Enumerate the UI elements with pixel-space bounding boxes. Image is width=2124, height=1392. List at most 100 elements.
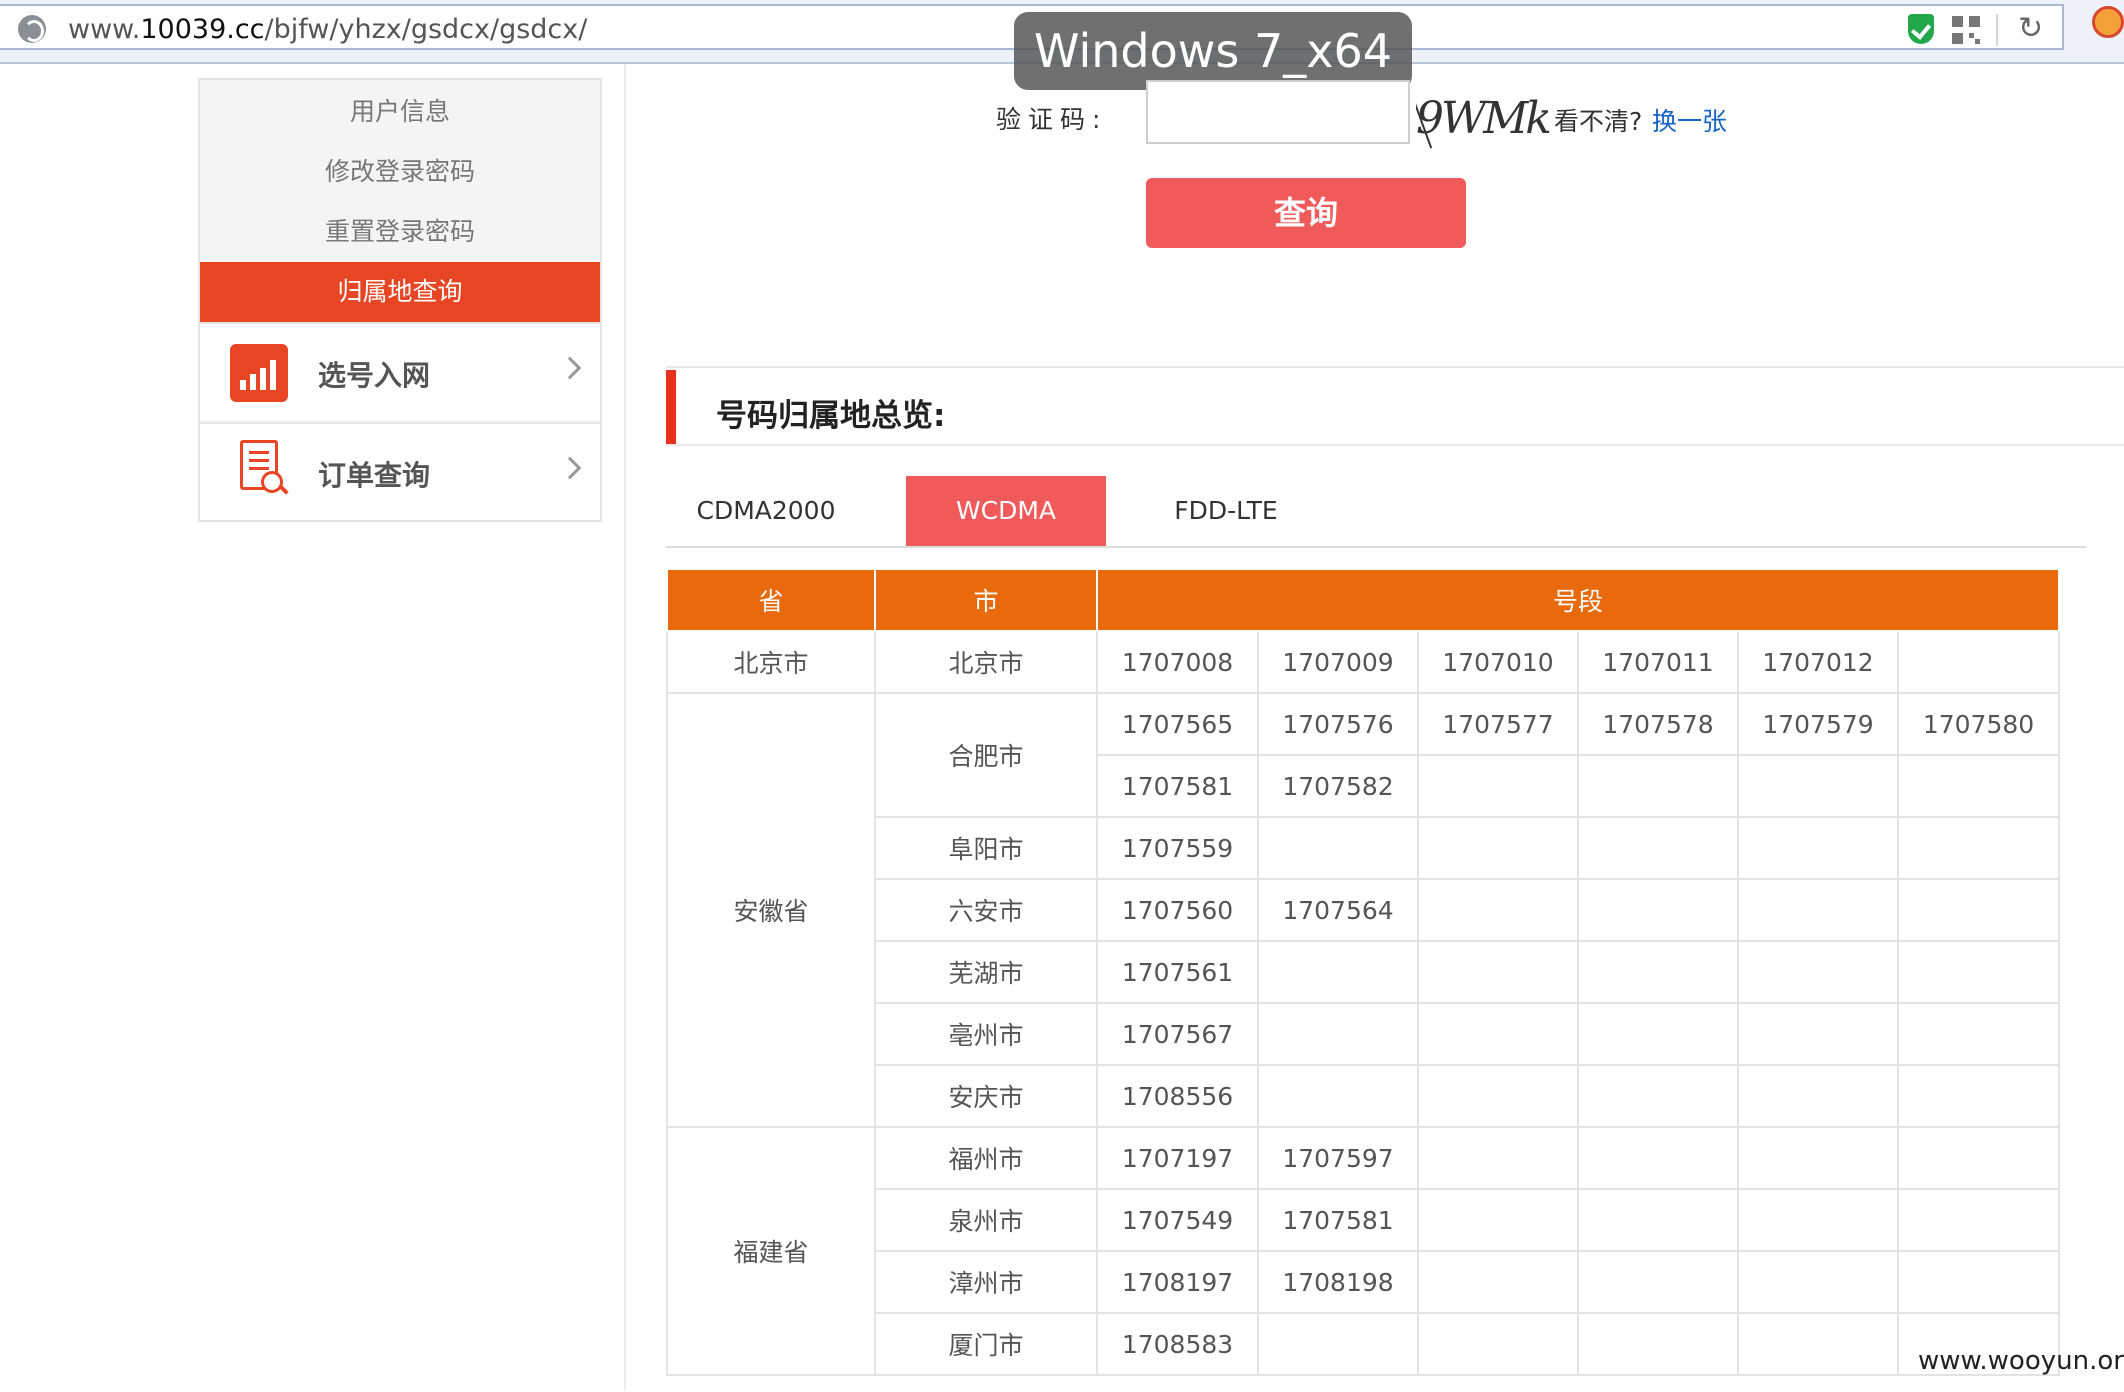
segment-cell — [1417, 1250, 1579, 1314]
city-cell: 安庆市 — [874, 1064, 1098, 1128]
segment-cell — [1577, 940, 1739, 1004]
qr-code-icon[interactable] — [1952, 16, 1980, 44]
city-cell: 福州市 — [874, 1126, 1098, 1190]
sidebar-item-order-query[interactable]: 订单查询 — [200, 422, 600, 520]
segment-cell — [1417, 1312, 1579, 1376]
watermark: www.wooyun.org — [1918, 1346, 2124, 1376]
segment-cell — [1897, 940, 2060, 1004]
segment-cell — [1897, 1064, 2060, 1128]
table-row: 厦门市 1708583 — [667, 1312, 2060, 1376]
segment-cell — [1897, 1188, 2060, 1252]
segment-cell: 1708197 — [1096, 1250, 1259, 1314]
segment-cell — [1737, 1064, 1899, 1128]
captcha-image[interactable]: 9WMk — [1416, 86, 1552, 152]
tab-wcdma[interactable]: WCDMA — [906, 476, 1106, 546]
network-tabs: CDMA2000 WCDMA FDD-LTE — [666, 476, 2086, 548]
table-row: 泉州市 1707549 1707581 — [667, 1188, 2060, 1252]
segment-cell: 1707564 — [1257, 878, 1419, 942]
captcha-label: 验证码: — [996, 105, 1108, 134]
sidebar-item-reset-password[interactable]: 重置登录密码 — [200, 202, 600, 262]
segment-cell — [1417, 1002, 1579, 1066]
sidebar-item-label: 订单查询 — [318, 459, 431, 492]
segment-cell — [1577, 1250, 1739, 1314]
chevron-right-icon — [558, 356, 582, 380]
segment-cell: 1707597 — [1257, 1126, 1419, 1190]
globe-icon — [18, 15, 46, 43]
city-cell: 泉州市 — [874, 1188, 1098, 1252]
sidebar-item-user-info[interactable]: 用户信息 — [200, 82, 600, 142]
segment-cell — [1737, 754, 1899, 818]
document-search-icon — [240, 440, 289, 495]
segment-cell — [1737, 940, 1899, 1004]
segment-cell — [1737, 816, 1899, 880]
segment-cell — [1417, 878, 1579, 942]
segment-table: 省 市 号段 北京市 北京市 1707008 1707009 1707010 170701… — [666, 568, 2060, 1376]
segment-cell: 1707581 — [1096, 754, 1259, 818]
captcha-input[interactable] — [1146, 80, 1410, 144]
segment-cell — [1897, 754, 2060, 818]
sidebar: 用户信息 修改登录密码 重置登录密码 归属地查询 选号入网 订单查询 — [198, 78, 602, 522]
table-row: 安徽省 合肥市 1707565 1707576 1707577 1707578 170757… — [666, 692, 2060, 1128]
segment-cell: 1707008 — [1096, 630, 1259, 694]
signal-bars-icon — [230, 344, 288, 402]
heading-accent-bar — [666, 370, 676, 444]
captcha-refresh-link[interactable]: 换一张 — [1652, 102, 1727, 138]
city-cell: 亳州市 — [874, 1002, 1098, 1066]
query-button[interactable]: 查询 — [1146, 178, 1466, 248]
table-row: 亳州市 1707567 — [667, 1002, 2060, 1066]
province-cell: 北京市 — [666, 630, 876, 694]
segment-cell — [1257, 816, 1419, 880]
sidebar-item-location-query[interactable]: 归属地查询 — [200, 262, 600, 322]
table-row: 芜湖市 1707561 — [667, 940, 2060, 1004]
city-cell: 漳州市 — [874, 1250, 1098, 1314]
content-divider — [624, 64, 626, 1390]
table-row: 北京市 北京市 1707008 1707009 1707010 1707011 170701… — [666, 630, 2060, 694]
segment-cell — [1257, 940, 1419, 1004]
segment-cell: 1707012 — [1737, 630, 1899, 694]
segment-cell: 1708583 — [1096, 1312, 1259, 1376]
header-city: 市 — [874, 568, 1098, 632]
url-text[interactable]: www.10039.cc/bjfw/yhzx/gsdcx/gsdcx/ — [68, 14, 587, 45]
segment-cell — [1417, 754, 1579, 818]
overview-heading: 号码归属地总览: — [666, 366, 2124, 446]
city-cell: 六安市 — [874, 878, 1098, 942]
segment-cell — [1417, 940, 1579, 1004]
segment-cell — [1897, 878, 2060, 942]
city-cell: 阜阳市 — [874, 816, 1098, 880]
segment-cell — [1257, 1002, 1419, 1066]
segment-cell: 1707561 — [1096, 940, 1259, 1004]
table-row: 漳州市 1708197 1708198 — [667, 1250, 2060, 1314]
province-cell: 安徽省 — [666, 692, 876, 1128]
reload-icon[interactable]: ↻ — [2018, 14, 2043, 44]
segment-cell: 1707567 — [1096, 1002, 1259, 1066]
captcha-hint: 看不清? — [1554, 107, 1643, 136]
segment-cell: 1707549 — [1096, 1188, 1259, 1252]
segment-cell: 1707576 — [1257, 692, 1419, 756]
segment-cell — [1417, 816, 1579, 880]
segment-cell — [1737, 1002, 1899, 1066]
segment-cell — [1897, 816, 2060, 880]
tab-cdma2000[interactable]: CDMA2000 — [666, 476, 866, 546]
segment-cell: 1707577 — [1417, 692, 1579, 756]
chevron-right-icon — [558, 456, 582, 480]
segment-cell: 1707010 — [1417, 630, 1579, 694]
header-segment: 号段 — [1096, 568, 2060, 632]
segment-cell — [1897, 1250, 2060, 1314]
sidebar-item-select-number[interactable]: 选号入网 — [200, 322, 600, 420]
segment-cell: 1707582 — [1257, 754, 1419, 818]
table-row: 阜阳市 1707559 — [667, 816, 2060, 880]
segment-cell: 1707579 — [1737, 692, 1899, 756]
segment-cell — [1737, 1250, 1899, 1314]
segment-cell: 1707580 — [1897, 692, 2060, 756]
security-shield-icon[interactable] — [1908, 14, 1934, 44]
segment-cell: 1707011 — [1577, 630, 1739, 694]
stop-icon[interactable] — [2092, 6, 2124, 38]
city-cell: 芜湖市 — [874, 940, 1098, 1004]
segment-cell — [1737, 878, 1899, 942]
segment-cell — [1577, 1312, 1739, 1376]
segment-cell: 1707578 — [1577, 692, 1739, 756]
city-cell: 北京市 — [874, 630, 1098, 694]
tab-fdd-lte[interactable]: FDD-LTE — [1126, 476, 1326, 546]
sidebar-item-change-password[interactable]: 修改登录密码 — [200, 142, 600, 202]
segment-cell — [1417, 1188, 1579, 1252]
